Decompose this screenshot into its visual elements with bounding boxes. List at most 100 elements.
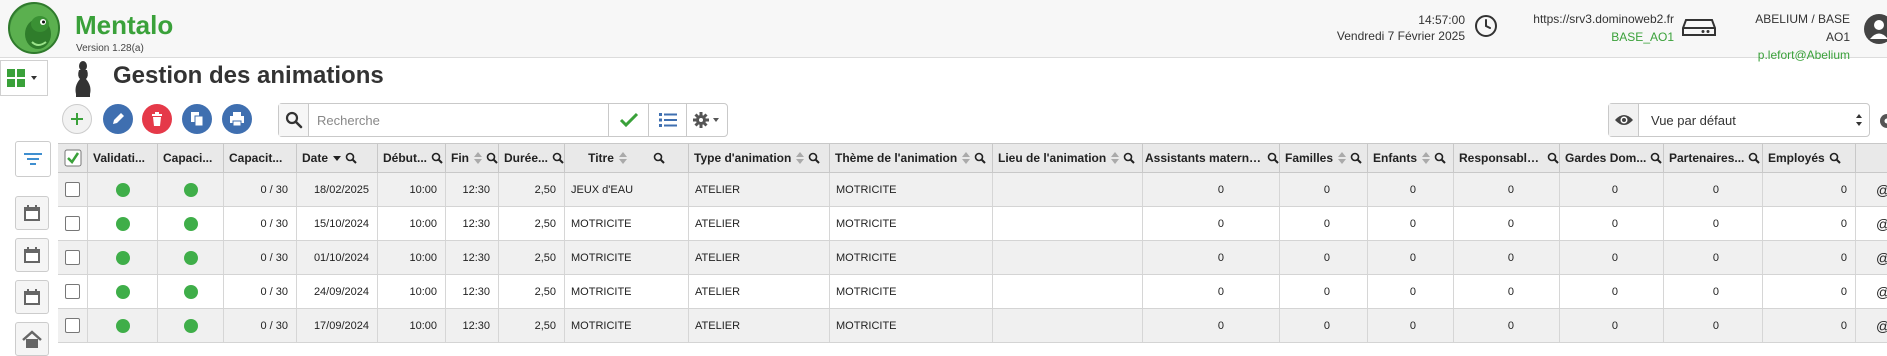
user-login: p.lefort@Abelium: [1730, 46, 1850, 64]
cell-start: 10:00: [378, 241, 446, 274]
cell-title: MOTRICITE: [565, 241, 689, 274]
column-header-capacity[interactable]: Capacit...: [224, 144, 297, 172]
column-search-icon[interactable]: [974, 152, 986, 164]
server-url: https://srv3.dominoweb2.fr: [1524, 10, 1674, 28]
copy-icon: [189, 111, 205, 127]
column-search-icon[interactable]: [486, 152, 498, 164]
table-row[interactable]: 0 / 30 18/02/2025 10:00 12:30 2,50 JEUX …: [58, 173, 1887, 207]
cell-partners: 0: [1664, 173, 1763, 206]
check-icon: [619, 112, 639, 128]
row-checkbox[interactable]: [58, 275, 88, 308]
column-header-date[interactable]: Date: [297, 144, 378, 172]
search-input[interactable]: [309, 104, 609, 136]
cell-home-care: 0: [1560, 275, 1664, 308]
column-search-icon[interactable]: [1547, 152, 1559, 164]
home-icon: [22, 330, 42, 348]
cell-assistants: 0: [1143, 241, 1280, 274]
email-icon[interactable]: @: [1870, 309, 1887, 342]
table-row[interactable]: 0 / 30 24/09/2024 10:00 12:30 2,50 MOTRI…: [58, 275, 1887, 309]
validate-search-button[interactable]: [609, 104, 649, 136]
column-header-assistants[interactable]: Assistants materne...: [1143, 144, 1280, 172]
column-search-icon[interactable]: [1650, 152, 1662, 164]
filter-icon: [23, 151, 43, 167]
column-header-responsables[interactable]: Responsable...: [1454, 144, 1560, 172]
column-search-icon[interactable]: [1434, 152, 1446, 164]
cell-location: [993, 173, 1143, 206]
column-search-icon[interactable]: [1748, 152, 1760, 164]
view-selector[interactable]: Vue par défaut: [1608, 103, 1870, 137]
cell-partners: 0: [1664, 309, 1763, 342]
email-icon[interactable]: @: [1870, 173, 1887, 206]
sort-icon: [796, 151, 804, 165]
column-header-capacity-status[interactable]: Capaci...: [158, 144, 224, 172]
cell-families: 0: [1280, 207, 1368, 240]
delete-button[interactable]: [142, 104, 172, 134]
validation-status-dot: [88, 207, 158, 240]
cell-home-care: 0: [1560, 241, 1664, 274]
cell-end: 12:30: [446, 207, 499, 240]
column-header-validation[interactable]: Validati...: [88, 144, 158, 172]
cell-families: 0: [1280, 241, 1368, 274]
table-row[interactable]: 0 / 30 17/09/2024 10:00 12:30 2,50 MOTRI…: [58, 309, 1887, 343]
column-header-home-care[interactable]: Gardes Dom...: [1560, 144, 1664, 172]
cell-home-care: 0: [1560, 309, 1664, 342]
calendar-button[interactable]: [15, 280, 49, 314]
column-header-title[interactable]: Titre: [565, 144, 689, 172]
calendar-button[interactable]: [15, 196, 49, 230]
cell-capacity: 0 / 30: [224, 173, 297, 206]
email-icon[interactable]: @: [1870, 207, 1887, 240]
column-search-icon[interactable]: [431, 152, 443, 164]
add-button[interactable]: [62, 104, 92, 134]
gear-icon[interactable]: [1876, 112, 1887, 130]
duplicate-button[interactable]: [182, 104, 212, 134]
email-icon[interactable]: @: [1870, 241, 1887, 274]
column-header-location[interactable]: Lieu de l'animation: [993, 144, 1143, 172]
column-header-employees[interactable]: Employés: [1763, 144, 1856, 172]
row-checkbox[interactable]: [58, 309, 88, 342]
datetime: 14:57:00 Vendredi 7 Février 2025: [1337, 12, 1465, 44]
capacity-status-dot: [158, 309, 224, 342]
print-button[interactable]: [222, 104, 252, 134]
settings-dropdown-button[interactable]: [687, 104, 727, 136]
search-bar: [278, 103, 728, 137]
column-search-icon[interactable]: [345, 152, 357, 164]
view-selected-value: Vue par défaut: [1639, 104, 1849, 136]
column-search-icon[interactable]: [1123, 152, 1135, 164]
column-header-theme[interactable]: Thème de l'animation: [830, 144, 993, 172]
row-checkbox[interactable]: [58, 207, 88, 240]
edit-button[interactable]: [103, 104, 133, 134]
table-row[interactable]: 0 / 30 15/10/2024 10:00 12:30 2,50 MOTRI…: [58, 207, 1887, 241]
filter-button[interactable]: [15, 141, 51, 177]
search-icon[interactable]: [279, 104, 309, 136]
server-icon[interactable]: [1682, 16, 1716, 38]
column-header-duration[interactable]: Durée...: [499, 144, 565, 172]
column-search-icon[interactable]: [808, 152, 820, 164]
column-header-families[interactable]: Familles: [1280, 144, 1368, 172]
cell-partners: 0: [1664, 275, 1763, 308]
column-header-end[interactable]: Fin: [446, 144, 499, 172]
column-header-type[interactable]: Type d'animation: [689, 144, 830, 172]
cell-children: 0: [1368, 173, 1454, 206]
app-menu-button[interactable]: [0, 60, 48, 96]
column-search-icon[interactable]: [653, 152, 665, 164]
column-search-icon[interactable]: [552, 152, 564, 164]
cell-duration: 2,50: [499, 275, 565, 308]
avatar[interactable]: [1864, 14, 1887, 44]
column-header-children[interactable]: Enfants: [1368, 144, 1454, 172]
select-all-checkbox[interactable]: [58, 144, 88, 172]
column-search-icon[interactable]: [1350, 152, 1362, 164]
column-header-start[interactable]: Début...: [378, 144, 446, 172]
list-view-button[interactable]: [649, 104, 687, 136]
column-search-icon[interactable]: [1267, 152, 1279, 164]
calendar-button[interactable]: [15, 238, 49, 272]
column-search-icon[interactable]: [1829, 152, 1841, 164]
column-header-partners[interactable]: Partenaires...: [1664, 144, 1763, 172]
home-button[interactable]: [15, 322, 49, 356]
table-row[interactable]: 0 / 30 01/10/2024 10:00 12:30 2,50 MOTRI…: [58, 241, 1887, 275]
mentalo-logo[interactable]: [8, 2, 60, 54]
row-checkbox[interactable]: [58, 241, 88, 274]
row-checkbox[interactable]: [58, 173, 88, 206]
pencil-icon: [110, 111, 126, 127]
cell-location: [993, 241, 1143, 274]
email-icon[interactable]: @: [1870, 275, 1887, 308]
